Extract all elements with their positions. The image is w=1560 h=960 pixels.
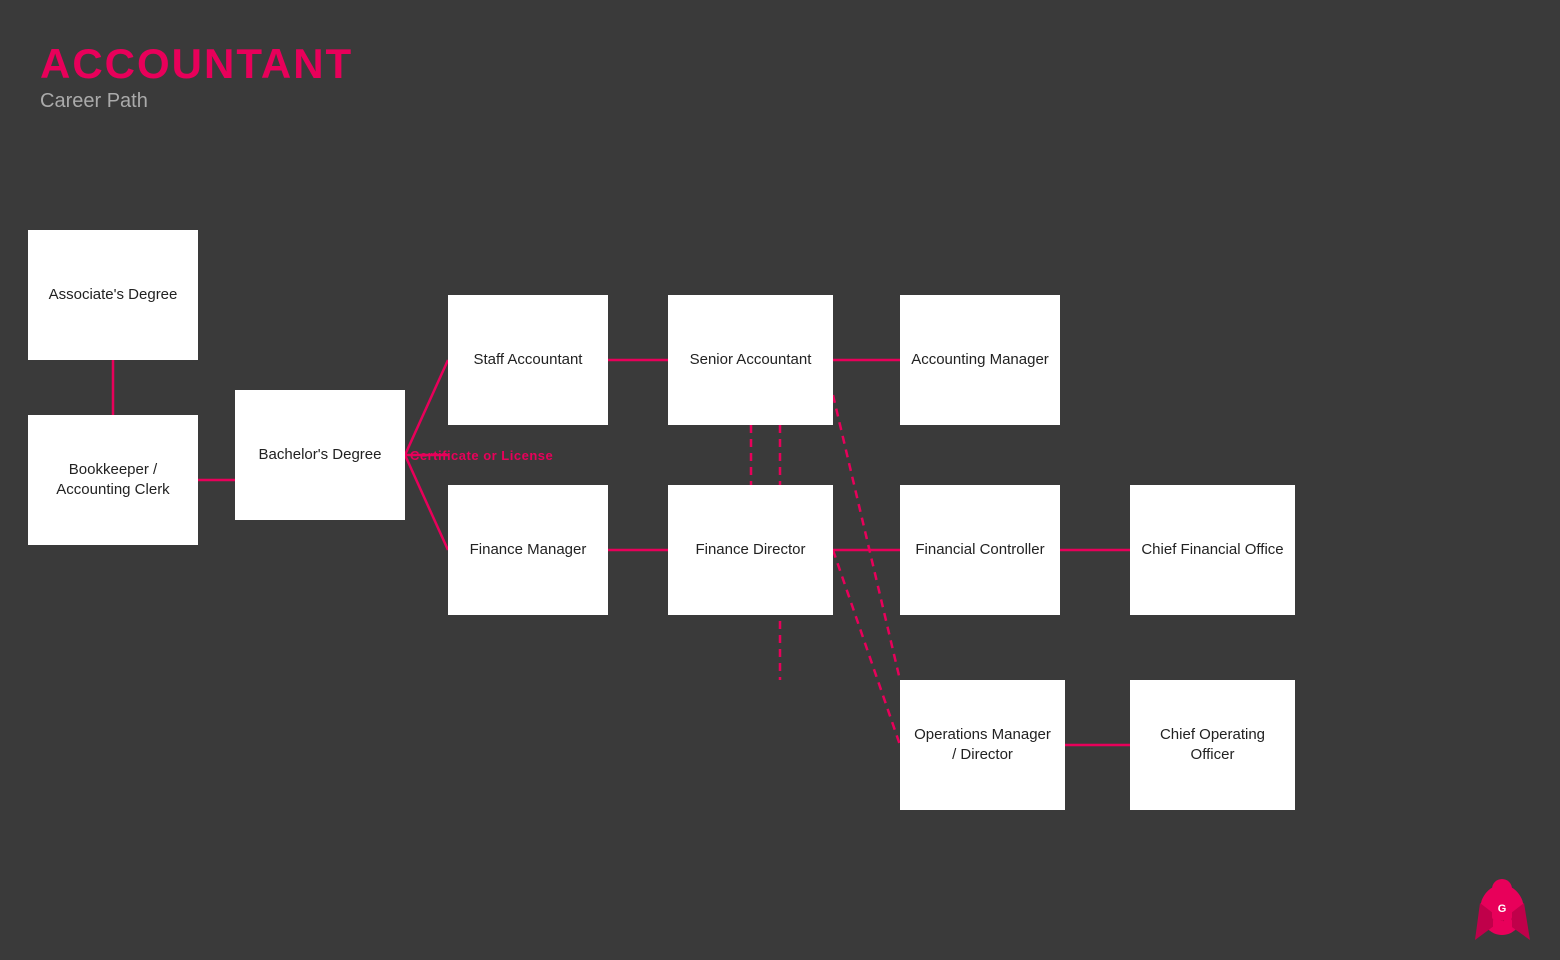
card-staff-accountant: Staff Accountant [448, 295, 608, 425]
card-finance-director: Finance Director [668, 485, 833, 615]
card-operations-manager: Operations Manager / Director [900, 680, 1065, 810]
header: ACCOUNTANT Career Path [40, 40, 353, 113]
logo: G [1475, 875, 1530, 940]
cert-label: Certificate or License [410, 448, 553, 463]
card-financial-controller: Financial Controller [900, 485, 1060, 615]
connections-svg [0, 0, 1560, 960]
svg-text:G: G [1498, 903, 1507, 915]
card-finance-manager: Finance Manager [448, 485, 608, 615]
card-bookkeeper: Bookkeeper / Accounting Clerk [28, 415, 198, 545]
card-coo: Chief Operating Officer [1130, 680, 1295, 810]
page-title: ACCOUNTANT [40, 40, 353, 88]
card-bachelors: Bachelor's Degree [235, 390, 405, 520]
card-cfo: Chief Financial Office [1130, 485, 1295, 615]
card-accounting-manager: Accounting Manager [900, 295, 1060, 425]
page-subtitle: Career Path [40, 90, 353, 113]
card-senior-accountant: Senior Accountant [668, 295, 833, 425]
card-associates: Associate's Degree [28, 230, 198, 360]
